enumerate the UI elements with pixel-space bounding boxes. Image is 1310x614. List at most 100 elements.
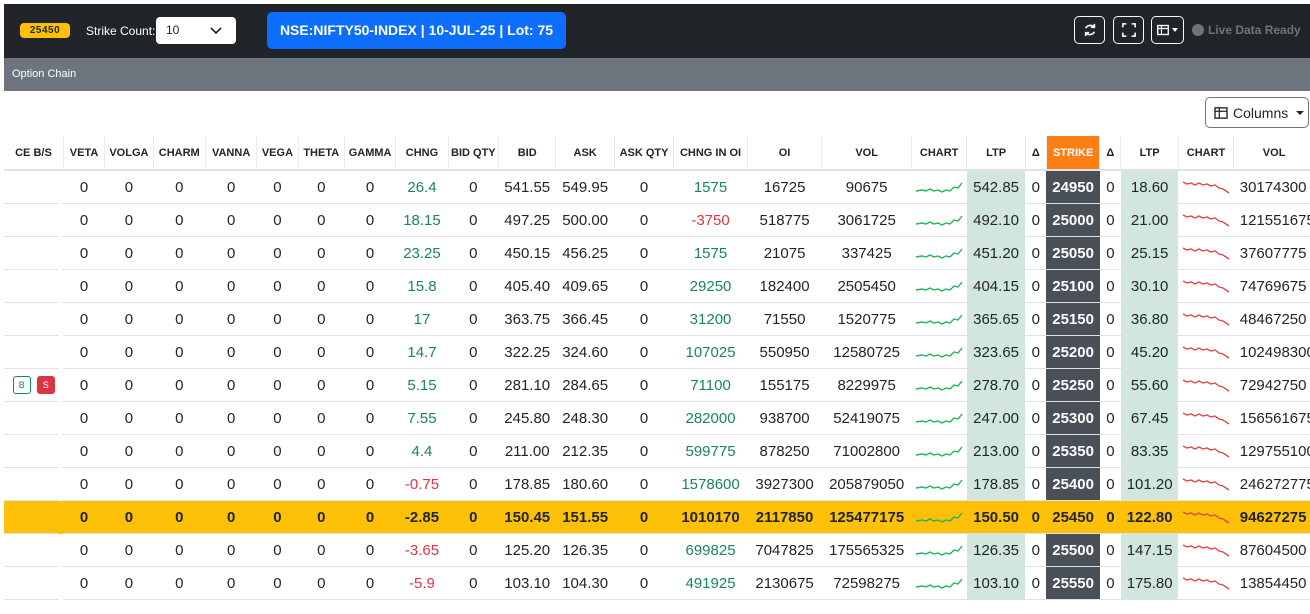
- pe-delta-cell: 0: [1099, 236, 1121, 270]
- ce-delta-cell: 0: [1025, 302, 1047, 336]
- column-header[interactable]: LTP: [966, 136, 1026, 171]
- column-header[interactable]: CHNG IN OI: [673, 136, 748, 171]
- columns-button[interactable]: Columns: [1205, 97, 1309, 128]
- column-header[interactable]: VOLGA: [104, 136, 154, 171]
- ce-chart-cell[interactable]: [911, 533, 967, 567]
- table-row[interactable]: 0 0 0 0 0 0 0 -0.75 0 178.85 180.60 0 1578600 3927300…: [4, 467, 1310, 501]
- column-header[interactable]: CHART: [911, 136, 968, 171]
- ce-bs-cell: [4, 468, 63, 501]
- pe-delta-cell: 0: [1099, 302, 1121, 336]
- ce-chart-cell[interactable]: [911, 401, 967, 435]
- ce-chart-cell[interactable]: [911, 368, 967, 402]
- veta-cell: 0: [63, 467, 105, 501]
- ask-qty-cell: 0: [614, 500, 674, 534]
- pe-chart-cell[interactable]: [1178, 368, 1234, 402]
- pe-sparkline-icon: [1182, 346, 1230, 359]
- column-header[interactable]: VETA: [63, 136, 106, 171]
- veta-cell: 0: [63, 170, 105, 204]
- pe-delta-cell: 0: [1099, 467, 1121, 501]
- column-header[interactable]: VOL: [821, 136, 912, 171]
- pe-chart-cell[interactable]: [1178, 566, 1234, 600]
- column-header[interactable]: Δ: [1099, 136, 1122, 171]
- pe-chart-cell[interactable]: [1178, 203, 1234, 237]
- column-header[interactable]: BID: [498, 136, 557, 171]
- column-header[interactable]: CHNG: [395, 136, 449, 171]
- ask-cell: 366.45: [555, 302, 615, 336]
- sell-button[interactable]: S: [36, 376, 55, 394]
- fullscreen-button[interactable]: [1113, 16, 1144, 44]
- table-row[interactable]: B S 0 0 0 0 0 0 0 5.15 0 281.10 284.65 0 71100 155175 82…: [4, 368, 1310, 402]
- column-header[interactable]: THETA: [298, 136, 345, 171]
- table-row[interactable]: 0 0 0 0 0 0 0 17 0 363.75 366.45 0 31200 71550 1520775…: [4, 302, 1310, 336]
- column-header[interactable]: VOL: [1233, 136, 1310, 171]
- column-header[interactable]: LTP: [1120, 136, 1179, 171]
- pe-chart-cell[interactable]: [1178, 269, 1234, 303]
- ce-chart-cell[interactable]: [911, 434, 967, 468]
- ce-chart-cell[interactable]: [911, 302, 967, 336]
- theta-cell: 0: [298, 533, 345, 567]
- pe-chart-cell[interactable]: [1178, 170, 1234, 204]
- column-header[interactable]: CHART: [1178, 136, 1235, 171]
- table-row[interactable]: 0 0 0 0 0 0 0 -5.9 0 103.10 104.30 0 491925 2130675 72…: [4, 566, 1310, 600]
- column-header[interactable]: Δ: [1025, 136, 1047, 171]
- bid-cell: 497.25: [498, 203, 556, 237]
- oi-cell: 71550: [747, 302, 822, 336]
- column-header[interactable]: BID QTY: [448, 136, 500, 171]
- table-row[interactable]: 0 0 0 0 0 0 0 23.25 0 450.15 456.25 0 1575 21075 33742…: [4, 236, 1310, 270]
- oi-cell: 7047825: [747, 533, 822, 567]
- ce-chart-cell[interactable]: [911, 500, 967, 534]
- column-header[interactable]: STRIKE: [1046, 136, 1101, 171]
- ce-sparkline-icon: [916, 413, 963, 424]
- pe-chart-cell[interactable]: [1178, 335, 1234, 369]
- layout-dropdown-button[interactable]: [1151, 16, 1184, 44]
- table-row[interactable]: 0 0 0 0 0 0 0 4.4 0 211.00 212.35 0 599775 878250 7100…: [4, 434, 1310, 468]
- table-row[interactable]: 0 0 0 0 0 0 0 26.4 0 541.55 549.95 0 1575 16725 90675 5…: [4, 170, 1310, 204]
- table-row[interactable]: 0 0 0 0 0 0 0 -3.65 0 125.20 126.35 0 699825 7047825 1…: [4, 533, 1310, 567]
- theta-cell: 0: [298, 368, 345, 402]
- buy-button[interactable]: B: [12, 376, 31, 394]
- instrument-button[interactable]: NSE:NIFTY50-INDEX | 10-JUL-25 | Lot: 75: [267, 12, 566, 49]
- bid-qty-cell: 0: [448, 500, 499, 534]
- refresh-button[interactable]: [1074, 16, 1105, 44]
- pe-chart-cell[interactable]: [1178, 500, 1234, 534]
- vega-cell: 0: [256, 368, 299, 402]
- column-header[interactable]: ASK QTY: [614, 136, 675, 171]
- column-header[interactable]: VANNA: [205, 136, 258, 171]
- ce-chart-cell[interactable]: [911, 170, 967, 204]
- pe-chart-cell[interactable]: [1178, 302, 1234, 336]
- pe-chart-cell[interactable]: [1178, 467, 1234, 501]
- ce-chart-cell[interactable]: [911, 335, 967, 369]
- column-header[interactable]: ASK: [555, 136, 615, 171]
- pe-chart-cell[interactable]: [1178, 401, 1234, 435]
- theta-cell: 0: [298, 434, 345, 468]
- bid-cell: 322.25: [498, 335, 556, 369]
- table-row[interactable]: 0 0 0 0 0 0 0 7.55 0 245.80 248.30 0 282000 938700 524…: [4, 401, 1310, 435]
- pe-chart-cell[interactable]: [1178, 533, 1234, 567]
- column-header[interactable]: GAMMA: [344, 136, 397, 171]
- pe-chart-cell[interactable]: [1178, 434, 1234, 468]
- ce-chart-cell[interactable]: [911, 566, 967, 600]
- ce-chart-cell[interactable]: [911, 236, 967, 270]
- ce-chart-cell[interactable]: [911, 467, 967, 501]
- column-header[interactable]: CHARM: [153, 136, 206, 171]
- gamma-cell: 0: [344, 170, 396, 204]
- pe-vol-cell: 74769675: [1233, 269, 1310, 303]
- table-row[interactable]: 0 0 0 0 0 0 0 -2.85 0 150.45 151.55 0 1010170 2117850…: [4, 500, 1310, 534]
- table-row[interactable]: 0 0 0 0 0 0 0 14.7 0 322.25 324.60 0 107025 550950 125…: [4, 335, 1310, 369]
- charm-cell: 0: [153, 203, 206, 237]
- ce-bs-cell: [4, 237, 63, 270]
- table-row[interactable]: 0 0 0 0 0 0 0 15.8 0 405.40 409.65 0 29250 182400 2505…: [4, 269, 1310, 303]
- pe-chart-cell[interactable]: [1178, 236, 1234, 270]
- refresh-icon: [1084, 23, 1095, 37]
- column-header[interactable]: VEGA: [256, 136, 299, 171]
- pe-sparkline-icon: [1182, 577, 1230, 590]
- strike-count-select[interactable]: 10: [156, 17, 236, 44]
- volga-cell: 0: [104, 467, 154, 501]
- table-row[interactable]: 0 0 0 0 0 0 0 18.15 0 497.25 500.00 0 -3750 518775 306…: [4, 203, 1310, 237]
- ce-chart-cell[interactable]: [911, 203, 967, 237]
- column-header[interactable]: CE B/S: [4, 136, 64, 171]
- ce-chart-cell[interactable]: [911, 269, 967, 303]
- volga-cell: 0: [104, 269, 154, 303]
- column-header[interactable]: OI: [747, 136, 823, 171]
- ce-bs-cell: [4, 303, 63, 336]
